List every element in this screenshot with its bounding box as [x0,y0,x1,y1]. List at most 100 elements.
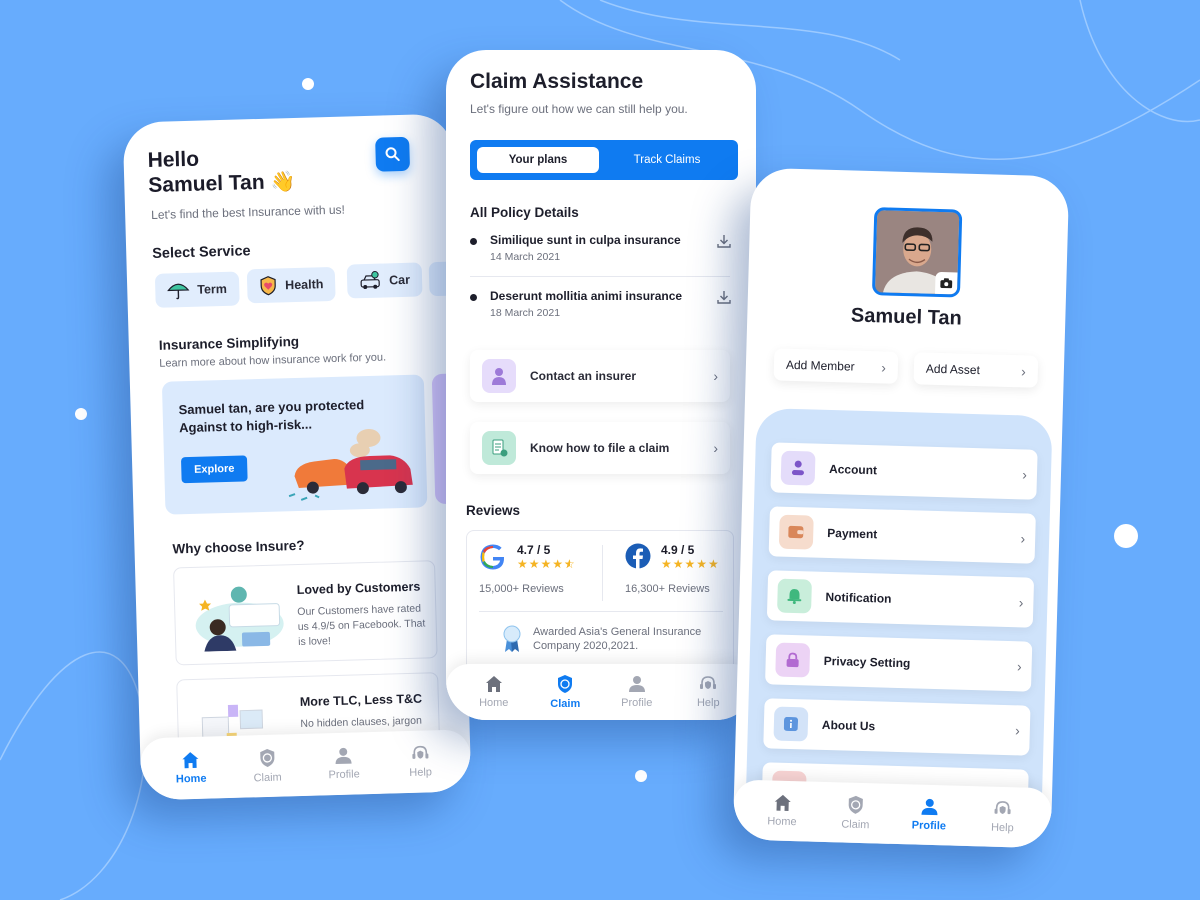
chevron-right-icon: › [1022,466,1028,483]
add-asset-button[interactable]: Add Asset › [913,352,1039,388]
claim-subtitle: Let's figure out how we can still help y… [470,102,688,116]
camera-button[interactable] [934,271,958,295]
claim-screen: Claim Assistance Let's figure out how we… [446,50,756,720]
facebook-icon [625,543,651,569]
contact-insurer-button[interactable]: Contact an insurer › [470,350,730,402]
car-icon [360,271,380,290]
home-screen: Hello Samuel Tan 👋 Let's find the best I… [122,113,472,801]
menu-notification[interactable]: Notification › [766,570,1035,628]
file-claim-button[interactable]: Know how to file a claim › [470,422,730,474]
chevron-right-icon: › [1020,363,1027,380]
wallet-icon [778,514,814,550]
service-health[interactable]: Health [246,266,336,304]
why-title: Why choose Insure? [172,537,305,557]
tab-help[interactable]: Help [972,799,1033,835]
headset-icon [994,801,1011,815]
camera-icon [940,278,953,289]
wave-emoji-icon: 👋 [270,170,296,194]
select-service-title: Select Service [152,243,251,262]
greeting: Hello Samuel Tan 👋 [147,147,296,198]
user-icon [780,450,816,486]
lock-icon [775,642,811,678]
chevron-right-icon: › [1020,530,1026,547]
menu-about-us[interactable]: About Us › [763,698,1031,756]
tab-claim[interactable]: Claim [535,674,595,710]
home-subtitle: Let's find the best Insurance with us! [150,202,346,222]
menu-privacy-setting[interactable]: Privacy Setting › [765,634,1033,692]
profile-name: Samuel Tan [850,304,963,330]
chevron-right-icon: › [881,359,887,376]
service-car[interactable]: Car [346,262,423,299]
bottom-tab-bar: Home Claim Profile Help [446,664,756,720]
google-review-count: 15,000+ Reviews [479,583,564,595]
profile-screen: Samuel Tan Add Member › Add Asset › Acco… [732,167,1070,849]
tab-home[interactable]: Home [752,793,813,829]
tab-claim[interactable]: Claim [237,747,298,785]
chevron-right-icon: › [1016,658,1022,675]
page-title: Claim Assistance [470,70,644,93]
decor-dot [635,770,647,782]
award-ribbon-icon [503,625,521,652]
tab-home[interactable]: Home [160,750,221,786]
menu-payment[interactable]: Payment › [768,506,1036,564]
simplifying-title: Insurance Simplifying [158,333,300,353]
tab-home[interactable]: Home [464,675,524,709]
bottom-tab-bar: Home Claim Profile Help [732,779,1053,849]
chevron-right-icon: › [1018,594,1024,611]
menu-account[interactable]: Account › [770,442,1038,500]
tab-profile[interactable]: Profile [899,797,960,833]
service-term[interactable]: Term [154,271,240,308]
promo-banner[interactable]: Samuel tan, are you protected Against to… [161,374,428,515]
tab-help[interactable]: Help [390,744,451,780]
decor-dot [1114,524,1138,548]
tab-claim[interactable]: Claim [825,794,886,832]
car-crash-illustration [288,428,413,501]
chevron-right-icon: › [713,440,718,456]
policy-title: All Policy Details [470,205,579,220]
simplifying-subtitle: Learn more about how insurance work for … [159,351,387,370]
user-icon [335,747,352,765]
user-icon [921,798,938,816]
facebook-stars: ★★★★★ [661,557,720,571]
shield-icon [848,795,864,814]
decor-dot [75,408,87,420]
download-icon[interactable] [716,289,732,305]
search-icon [385,147,400,162]
headset-icon [700,676,717,689]
policy-item: Deserunt mollitia animi insurance 18 Mar… [470,289,732,329]
avatar[interactable] [871,207,963,298]
download-icon[interactable] [716,233,732,249]
bottom-tab-bar: Home Claim Profile Help [139,729,472,801]
shield-icon [259,748,275,767]
explore-button[interactable]: Explore [180,455,248,484]
add-member-button[interactable]: Add Member › [773,348,899,384]
why-card: Loved by Customers Our Customers have ra… [173,560,438,666]
info-icon [773,706,809,742]
policy-item: Similique sunt in culpa insurance 14 Mar… [470,233,732,273]
plans-segmented-control: Your plans Track Claims [470,140,738,180]
google-icon [480,544,505,570]
person-icon [482,359,516,393]
facebook-review-count: 16,300+ Reviews [625,583,710,595]
home-icon [774,794,791,811]
award-text: Awarded Asia's General Insurance Company… [533,626,702,652]
headset-icon [412,745,429,759]
shield-icon [558,675,573,693]
umbrella-icon [167,283,190,300]
google-stars: ★★★★☆★ [517,557,576,571]
chevron-right-icon: › [713,368,718,384]
customers-illustration [195,586,284,652]
tab-help[interactable]: Help [678,675,738,709]
tab-profile[interactable]: Profile [313,746,374,782]
document-icon [482,431,516,465]
search-button[interactable] [375,136,411,172]
google-rating: 4.7 / 5 [517,543,551,557]
chevron-right-icon: › [1014,722,1021,739]
tab-profile[interactable]: Profile [607,675,667,709]
facebook-rating: 4.9 / 5 [661,543,695,557]
divider [470,276,730,277]
tab-your-plans[interactable]: Your plans [477,147,599,173]
home-icon [485,676,502,692]
user-icon [628,676,645,692]
tab-track-claims[interactable]: Track Claims [602,147,732,173]
